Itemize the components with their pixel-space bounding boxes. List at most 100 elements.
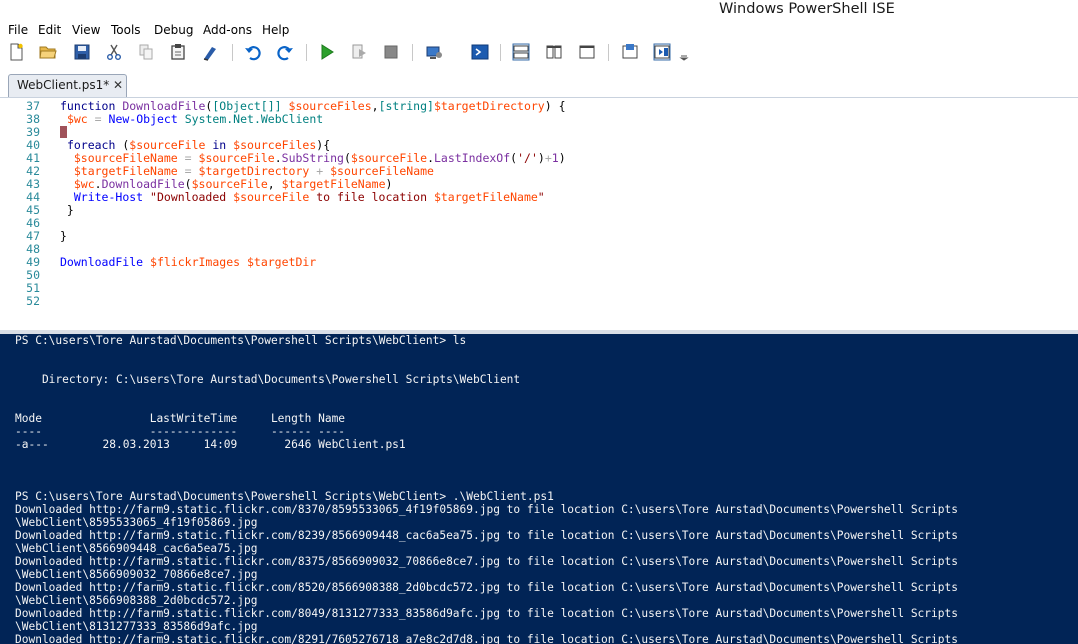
code-token: $sourceFile — [129, 138, 206, 152]
console-line: \WebClient\8566909448_cac6a5ea75.jpg — [15, 542, 258, 555]
show-script-top-icon[interactable] — [511, 42, 531, 62]
code-token: $flickrImages — [150, 255, 241, 269]
window-title: Windows PowerShell ISE — [719, 1, 895, 17]
menu-tools[interactable]: Tools — [111, 23, 141, 37]
copy-icon[interactable] — [136, 42, 156, 62]
code-token: $sourceFile — [198, 151, 275, 165]
code-token: $sourceFileName — [330, 164, 434, 178]
code-token: ( — [115, 138, 130, 152]
menu-edit[interactable]: Edit — [38, 23, 61, 37]
new-file-icon[interactable] — [6, 42, 26, 62]
code-line[interactable]: Write-Host "Downloaded $sourceFile to fi… — [60, 191, 545, 204]
tab-strip: WebClient.ps1* ✕ — [0, 66, 1078, 97]
code-token: '/' — [517, 151, 538, 165]
code-token: } — [60, 229, 67, 243]
code-token: foreach — [66, 138, 116, 152]
console-line: PS C:\users\Tore Aurstad\Documents\Power… — [15, 490, 554, 503]
menu-view[interactable]: View — [72, 23, 100, 37]
console-line: Downloaded http://farm9.static.flickr.co… — [15, 555, 958, 568]
code-token: $sourceFileName — [73, 151, 178, 165]
title-bar: Windows PowerShell ISE — [0, 0, 1078, 22]
code-token: DownloadFile — [101, 177, 185, 191]
script-editor[interactable]: 37 function DownloadFile([Object[]] $sour… — [0, 97, 1078, 330]
code-token: = — [184, 164, 192, 178]
menu-file[interactable]: File — [8, 23, 28, 37]
code-token: . — [274, 151, 282, 165]
code-token: " — [537, 190, 545, 204]
code-line[interactable]: } — [60, 230, 67, 243]
clear-console-icon[interactable] — [200, 42, 220, 62]
code-token: $targetFileName — [73, 164, 178, 178]
cut-icon[interactable] — [104, 42, 124, 62]
paste-icon[interactable] — [168, 42, 188, 62]
console-line: Downloaded http://farm9.static.flickr.co… — [15, 633, 958, 644]
code-token: , — [371, 99, 379, 113]
code-line[interactable]: } — [60, 204, 74, 217]
menu-debug[interactable]: Debug — [154, 23, 193, 37]
undo-icon[interactable] — [243, 42, 263, 62]
code-token: ){ — [316, 138, 331, 152]
toolbar — [0, 39, 1078, 66]
code-token: = — [184, 151, 192, 165]
console-line: \WebClient\8131277333_83586d9afc.jpg — [15, 620, 258, 633]
code-token: $targetDir — [246, 255, 317, 269]
code-line[interactable]: $wc = New-Object System.Net.WebClient — [60, 113, 323, 126]
tab-close-icon[interactable]: ✕ — [113, 78, 123, 92]
code-token: ) { — [544, 99, 566, 113]
console-line: Downloaded http://farm9.static.flickr.co… — [15, 581, 958, 594]
code-token: Write-Host — [73, 190, 144, 204]
code-token: ) — [385, 177, 393, 191]
menu-add-ons[interactable]: Add-ons — [203, 23, 252, 37]
stop-icon[interactable] — [381, 42, 401, 62]
code-token: $sourceFile — [233, 190, 310, 204]
code-token: function — [60, 99, 123, 113]
line-number: 52 — [26, 294, 40, 308]
new-remote-tab-icon[interactable] — [424, 42, 444, 62]
code-token: ) — [537, 151, 545, 165]
menu-help[interactable]: Help — [262, 23, 289, 37]
console-line: Downloaded http://farm9.static.flickr.co… — [15, 503, 958, 516]
show-command-window-icon[interactable] — [620, 42, 640, 62]
redo-icon[interactable] — [275, 42, 295, 62]
code-token: . — [427, 151, 434, 165]
save-icon[interactable] — [72, 42, 92, 62]
console-line: -a--- 28.03.2013 14:09 2646 WebClient.ps… — [15, 438, 406, 451]
tab-webclient[interactable]: WebClient.ps1* ✕ — [8, 74, 127, 97]
console-pane[interactable]: PS C:\users\Tore Aurstad\Documents\Power… — [0, 334, 1078, 644]
run-selection-icon[interactable] — [349, 42, 369, 62]
console-line: Downloaded http://farm9.static.flickr.co… — [15, 529, 958, 542]
show-script-right-icon[interactable] — [544, 42, 564, 62]
code-token: ) — [558, 151, 566, 165]
code-token: $wc — [73, 177, 95, 191]
console-line: Directory: C:\users\Tore Aurstad\Documen… — [15, 373, 521, 386]
start-powershell-icon[interactable] — [470, 42, 490, 62]
code-line[interactable]: DownloadFile $flickrImages $targetDir — [60, 256, 316, 269]
code-token: $targetDirectory — [433, 99, 545, 113]
code-token: [string] — [378, 99, 434, 113]
code-token: $targetDirectory — [198, 164, 310, 178]
toolbar-overflow-icon[interactable] — [678, 42, 690, 62]
code-token: $sourceFile — [350, 151, 428, 165]
open-folder-icon[interactable] — [38, 42, 58, 62]
code-token: DownloadFile — [122, 99, 206, 113]
code-token: $targetFileName — [281, 177, 386, 191]
run-script-icon[interactable] — [317, 42, 337, 62]
show-command-addon-icon[interactable] — [652, 42, 672, 62]
show-script-maximized-icon[interactable] — [577, 42, 597, 62]
code-token: . — [94, 177, 102, 191]
console-line: \WebClient\8566909032_70866e8ce7.jpg — [15, 568, 258, 581]
code-token: , — [267, 177, 282, 191]
